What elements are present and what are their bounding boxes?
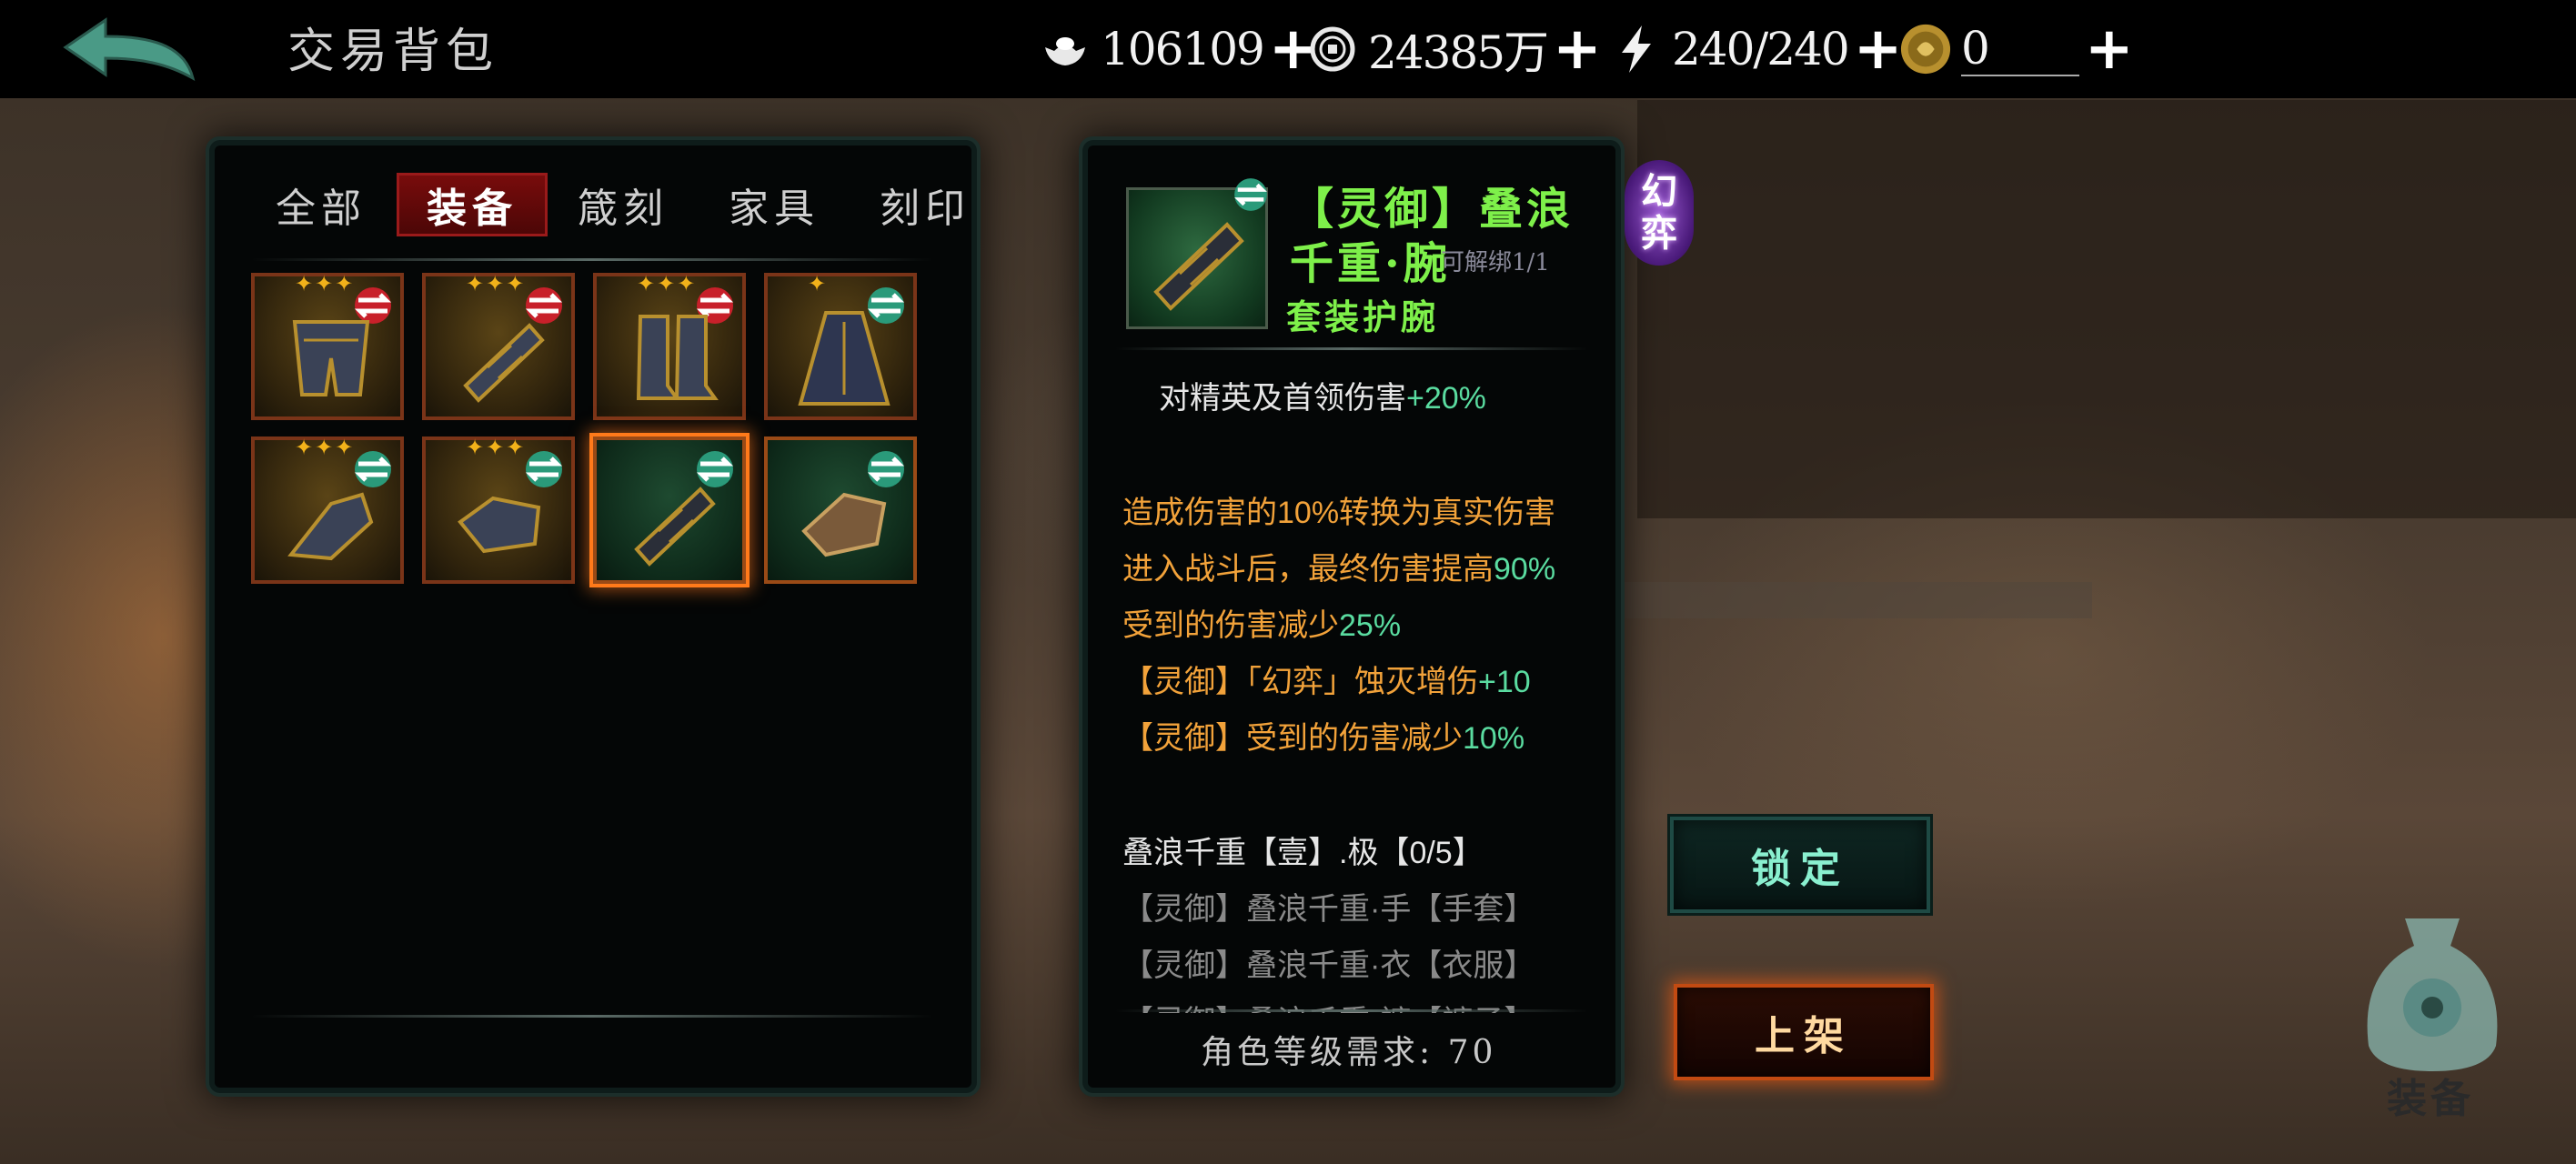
affix-line: 造成伤害的10%转换为真实伤害 [1122, 487, 1555, 532]
affix-line: 【灵御】「幻弈」蚀灭增伤+10 [1122, 657, 1531, 701]
copper-coin-icon [1306, 23, 1359, 75]
bag-icon [2367, 918, 2498, 1071]
resource-medallion: 0 + [1899, 20, 2134, 78]
add-copper-button[interactable]: + [1553, 20, 1602, 78]
affix-text: 进入战斗后，最终伤害提高 [1122, 552, 1494, 587]
star-rating: ✦✦✦ [295, 435, 356, 460]
swap-green-icon [1234, 178, 1267, 211]
bracer-icon [634, 487, 716, 567]
inventory-slot[interactable]: ✦ [764, 271, 917, 420]
item-subtype: 套装护腕 [1286, 296, 1440, 337]
set-item: 【灵御】叠浪千重·衣【衣服】 [1122, 948, 1535, 983]
silver-ingot-icon [1039, 23, 1092, 75]
tab-seal[interactable]: 刻印 [850, 173, 1001, 236]
category-tabs: 全部 装备 箴刻 家具 刻印 [246, 173, 1001, 236]
affix-value: 90% [1494, 552, 1556, 587]
bind-count: 可解绑1/1 [1441, 249, 1550, 276]
page-title: 交易背包 [287, 25, 499, 79]
grid-bottom-divider [251, 1015, 933, 1018]
add-medallion-button[interactable]: + [2085, 20, 2134, 78]
requirement-divider [1115, 1009, 1588, 1012]
inventory-slot[interactable]: ✦✦✦ [251, 435, 404, 584]
inventory-slot[interactable]: ✦✦✦ [251, 271, 404, 420]
copper-amount: 24385万 [1368, 26, 1549, 79]
inventory-slot[interactable]: ✦✦✦ [422, 435, 575, 584]
back-arrow-icon[interactable] [58, 13, 204, 85]
star-rating: ✦ [808, 271, 829, 296]
medallion-amount: 0 [1961, 22, 2079, 76]
inventory-slot[interactable]: ✦✦✦ [593, 271, 746, 420]
level-requirement: 角色等级需求: 70 [1201, 1034, 1497, 1071]
top-bar: 交易背包 106109 + 24385万 + 240/240 + 0 + [0, 0, 2576, 98]
stamina-amount: 240/240 [1672, 23, 1850, 75]
affix-text: 【灵御】受到的伤害减少 [1122, 721, 1463, 756]
equip-label: 装备 [2387, 1076, 2474, 1122]
affix-line: 受到的伤害减少25% [1122, 600, 1401, 645]
background-shelf [1637, 100, 2576, 518]
inventory-slot[interactable]: ✦✦✦ [422, 271, 575, 420]
tab-inscription[interactable]: 箴刻 [548, 173, 699, 236]
lightning-icon [1610, 23, 1663, 75]
gauntlet-icon [458, 496, 541, 554]
resource-stamina: 240/240 + [1610, 20, 1902, 78]
tabs-divider [251, 258, 933, 261]
tab-equipment[interactable]: 装备 [397, 173, 548, 236]
affix-value: 10% [1463, 721, 1525, 756]
star-rating: ✦✦✦ [295, 271, 356, 296]
tab-all[interactable]: 全部 [246, 173, 397, 236]
resource-copper: 24385万 + [1306, 20, 1602, 79]
cloak-armor-icon [798, 311, 891, 406]
inventory-slot-selected[interactable] [593, 436, 746, 584]
gauntlet-icon [287, 492, 374, 561]
lock-button[interactable]: 锁定 [1670, 817, 1930, 913]
gold-medallion-icon [1899, 23, 1952, 75]
affix-value: +10 [1478, 665, 1531, 699]
detail-divider [1115, 347, 1588, 350]
star-rating: ✦✦✦ [466, 435, 527, 460]
bracer-icon [463, 323, 545, 403]
huanyi-badge-text: 幻弈 [1641, 170, 1677, 255]
list-for-sale-button[interactable]: 上架 [1674, 984, 1934, 1080]
inventory-slot[interactable] [764, 436, 917, 584]
affix-text: 造成伤害的10%转换为真实伤害 [1122, 496, 1556, 530]
affix-line: 进入战斗后，最终伤害提高90% [1122, 544, 1555, 588]
base-stat-value: +20% [1406, 381, 1486, 416]
resource-silver: 106109 + [1039, 20, 1318, 78]
background-table [1619, 582, 2092, 618]
affix-value: 25% [1339, 608, 1402, 643]
base-stat-text: 对精英及首领伤害 [1159, 381, 1406, 416]
silver-amount: 106109 [1101, 23, 1265, 75]
affix-line: 【灵御】受到的伤害减少10% [1122, 713, 1524, 758]
set-item: 【灵御】叠浪千重·手【手套】 [1122, 892, 1535, 927]
affix-text: 【灵御】「幻弈」蚀灭增伤 [1122, 665, 1478, 699]
affix-text: 受到的伤害减少 [1122, 608, 1339, 643]
armor-legs-icon [292, 320, 370, 396]
base-stat: 对精英及首领伤害+20% [1159, 373, 1486, 417]
set-title: 叠浪千重【壹】.极【0/5】 [1122, 836, 1484, 870]
bronze-glove-icon [801, 492, 887, 557]
huanyi-badge: 幻弈 [1625, 160, 1694, 266]
add-stamina-button[interactable]: + [1854, 20, 1903, 78]
star-rating: ✦✦✦ [637, 271, 698, 296]
tab-furniture[interactable]: 家具 [699, 173, 850, 236]
star-rating: ✦✦✦ [466, 271, 527, 296]
armored-boots-icon [636, 315, 719, 400]
